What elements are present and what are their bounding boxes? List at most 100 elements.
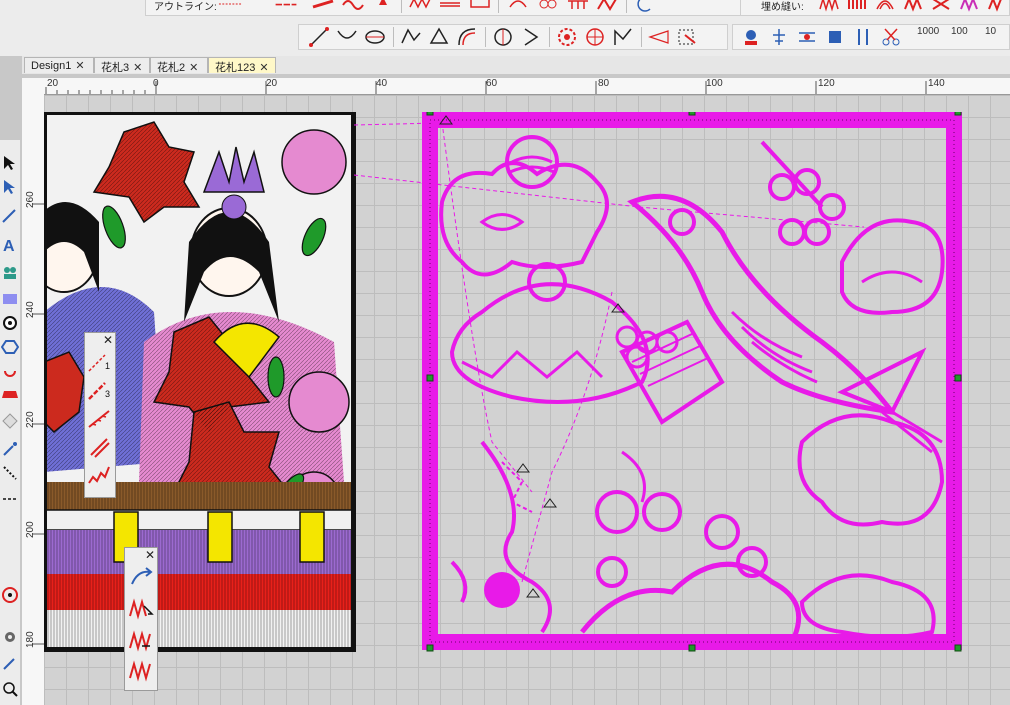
tab-design1[interactable]: Design1 ✕ xyxy=(24,57,94,73)
fill-label: 埋め縫い: xyxy=(761,2,804,13)
outline-style-satin-button[interactable] xyxy=(311,0,335,15)
outline-style-run-button[interactable] xyxy=(274,0,304,15)
fill-tatami-button[interactable] xyxy=(817,0,841,15)
close-icon[interactable]: ✕ xyxy=(103,333,113,347)
polygon-tool-icon[interactable] xyxy=(427,25,451,49)
arrow-select-icon[interactable] xyxy=(128,566,154,590)
direction-tool-icon[interactable] xyxy=(647,25,671,49)
zigzag-line-button[interactable] xyxy=(87,463,113,487)
density-1000-button[interactable]: 1000 xyxy=(917,26,939,37)
text-tool-icon[interactable]: A xyxy=(1,236,19,254)
ruler-ticks xyxy=(32,203,44,645)
outline-style-bean-button[interactable] xyxy=(438,0,462,15)
arrow-select-icon[interactable] xyxy=(1,154,19,172)
zoom-icon[interactable] xyxy=(1,680,19,698)
node-select-icon[interactable] xyxy=(1,178,19,196)
hanafuda-selected-design[interactable] xyxy=(422,112,962,652)
gear-icon[interactable] xyxy=(1,628,19,646)
bean-stitch-button[interactable] xyxy=(87,407,113,431)
ruler-label: 20 xyxy=(266,78,278,89)
shape-tool-icon[interactable] xyxy=(1,412,19,430)
polyline-tool-icon[interactable] xyxy=(399,25,423,49)
outline-style-cross-button[interactable] xyxy=(506,0,530,15)
svg-text:A: A xyxy=(3,238,15,254)
fill-satin-button[interactable] xyxy=(845,0,869,15)
stamp-tool-icon[interactable] xyxy=(1,386,19,404)
knife-tool-icon[interactable] xyxy=(519,25,543,49)
close-icon[interactable]: ✕ xyxy=(145,548,155,562)
hexagon-tool-icon[interactable] xyxy=(1,338,19,356)
density-10-button[interactable]: 10 xyxy=(985,26,996,37)
circle-cut-tool-icon[interactable] xyxy=(491,25,515,49)
outline-toolbar: アウトライン: xyxy=(145,0,745,16)
fill-cross-button[interactable] xyxy=(929,0,953,15)
vertical-ruler: 260 240 220 200 180 xyxy=(22,94,45,705)
stitch-type-palette: ✕ 1 3 xyxy=(84,332,116,498)
dot-tool-icon[interactable] xyxy=(1,314,19,332)
ruler-label: 220 xyxy=(25,411,36,428)
close-icon[interactable]: ✕ xyxy=(189,62,198,74)
close-icon[interactable]: ✕ xyxy=(133,62,142,74)
outline-style-chain-button[interactable] xyxy=(536,0,560,15)
scissors-icon[interactable] xyxy=(879,25,903,49)
color-palette-icon[interactable] xyxy=(1,586,19,604)
outline-style-dashed-button[interactable] xyxy=(218,0,268,15)
thread-icon[interactable] xyxy=(851,25,875,49)
run-stitch-1-button[interactable]: 1 xyxy=(87,351,113,375)
ellipse-tool-icon[interactable] xyxy=(363,25,387,49)
people-tool-icon[interactable] xyxy=(1,264,19,282)
tab-hanafuda123[interactable]: 花札123 ✕ xyxy=(208,57,276,74)
outline-style-double-button[interactable] xyxy=(468,0,492,15)
satin-line-button[interactable] xyxy=(87,435,113,459)
auto-trace-tool-icon[interactable] xyxy=(675,25,699,49)
document-tab-strip: Design1 ✕ 花札3 ✕ 花札2 ✕ 花札123 ✕ xyxy=(22,56,1010,74)
corner-tool-icon[interactable] xyxy=(611,25,635,49)
outline-reset-icon[interactable] xyxy=(632,0,656,15)
tab-hanafuda3[interactable]: 花札3 ✕ xyxy=(94,57,150,74)
fill-fancy-button[interactable] xyxy=(957,0,981,15)
design-canvas[interactable]: ✕ 1 3 ✕ xyxy=(44,95,1010,705)
fill-zigzag-button[interactable] xyxy=(128,658,154,682)
close-icon[interactable]: ✕ xyxy=(75,60,84,72)
spiral-tool-icon[interactable] xyxy=(1,362,19,380)
outline-style-zigzag-button[interactable] xyxy=(408,0,432,15)
ruler-label: 60 xyxy=(486,78,498,89)
fill-contour-button[interactable] xyxy=(873,0,897,15)
tab-label: 花札2 xyxy=(157,62,186,74)
tree-icon[interactable] xyxy=(767,25,791,49)
fill-more-button[interactable] xyxy=(985,0,1009,15)
pen-tool-icon[interactable] xyxy=(1,206,19,224)
ruler-label: 0 xyxy=(153,78,159,89)
star-shape-tool-icon[interactable] xyxy=(583,25,607,49)
guide-icon[interactable] xyxy=(1,490,19,508)
outline-style-steps-button[interactable] xyxy=(596,0,620,15)
tab-hanafuda2[interactable]: 花札2 ✕ xyxy=(150,57,208,74)
outline-style-wave-button[interactable] xyxy=(341,0,365,15)
close-icon[interactable]: ✕ xyxy=(259,62,268,74)
magic-wand-icon[interactable] xyxy=(1,654,19,672)
run-stitch-3-button[interactable]: 3 xyxy=(87,379,113,403)
left-toolbox: A xyxy=(0,140,21,705)
outline-style-blanket-button[interactable] xyxy=(566,0,590,15)
toolbar-area: アウトライン: 埋め縫い: 1000 100 10 xyxy=(0,0,1010,56)
drawing-toolbar xyxy=(298,24,728,50)
fill-zigzag-select-button[interactable] xyxy=(128,596,154,620)
ruler-ticks xyxy=(45,81,927,94)
ruler-label: 140 xyxy=(928,78,945,89)
curve-tool-icon[interactable] xyxy=(335,25,359,49)
outline-style-motif-button[interactable] xyxy=(371,0,395,15)
block-tool-icon[interactable] xyxy=(1,290,19,308)
gear-shape-tool-icon[interactable] xyxy=(555,25,579,49)
applique-icon[interactable] xyxy=(739,25,763,49)
horizontal-ruler: 20 0 20 40 60 80 100 120 140 xyxy=(22,78,1010,95)
density-100-button[interactable]: 100 xyxy=(951,26,968,37)
connect-icon[interactable] xyxy=(795,25,819,49)
dotted-path-icon[interactable] xyxy=(1,464,19,482)
line-tool-icon[interactable] xyxy=(307,25,331,49)
fill-zigzag-back-button[interactable] xyxy=(128,628,154,652)
fill-radial-button[interactable] xyxy=(901,0,925,15)
branch-icon[interactable] xyxy=(823,25,847,49)
arc-tool-icon[interactable] xyxy=(455,25,479,49)
stitch-count-1: 1 xyxy=(105,361,110,371)
eyedropper-icon[interactable] xyxy=(1,440,19,458)
